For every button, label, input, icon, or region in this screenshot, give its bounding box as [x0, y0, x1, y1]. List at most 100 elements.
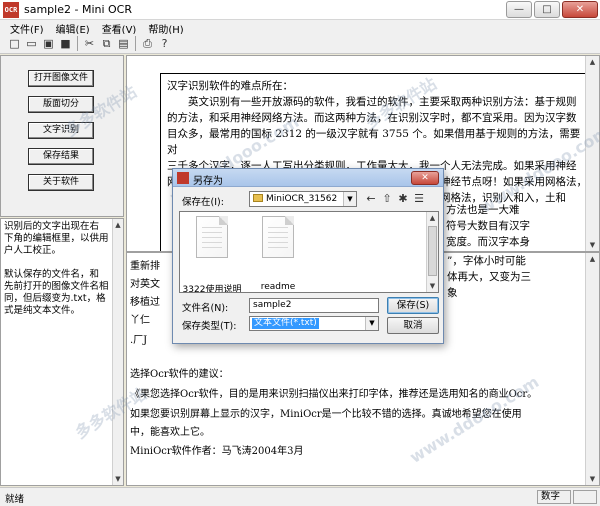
help-line-blank: [4, 257, 110, 269]
doc-fragment: ”，字体小时可能: [447, 255, 526, 267]
menu-view[interactable]: 查看(V): [96, 20, 143, 36]
scroll-down-icon[interactable]: ▼: [586, 473, 599, 485]
result-line: 《果您选择Ocr软件，目的是用来识别扫描仪出来打印字体，推荐还是选用知名的商业O…: [130, 389, 538, 400]
chevron-down-icon[interactable]: ▼: [343, 192, 356, 206]
doc-line: 目众多，最常用的国标 2312 的一级汉字就有 3755 个。如果借用基于规则的…: [167, 128, 581, 156]
new-file-icon[interactable]: □: [6, 35, 23, 52]
filetype-label: 保存类型(T):: [182, 321, 237, 332]
result-line: 选择Ocr软件的建议：: [130, 369, 229, 380]
cut-icon[interactable]: ✂: [81, 35, 98, 52]
open-image-button[interactable]: 打开图像文件: [28, 70, 94, 87]
chevron-down-icon[interactable]: ▼: [365, 317, 378, 330]
save-button[interactable]: 保存(S): [387, 297, 439, 314]
result-line: 对英文: [130, 279, 160, 290]
file-item[interactable]: 3322使用说明: [182, 216, 242, 292]
doc-fragment: 宽度。而汉字本身: [446, 236, 530, 248]
menu-bar: 文件(F) 编辑(E) 查看(V) 帮助(H): [0, 20, 600, 36]
help-line: 户人工校正。: [4, 245, 62, 256]
help-line: 同，但后缀变为.txt，格: [4, 293, 106, 304]
scroll-thumb[interactable]: [428, 226, 437, 276]
help-line: 默认保存的文件名，和: [4, 269, 100, 280]
file-list-scrollbar[interactable]: ▲ ▼: [426, 212, 438, 292]
open-image-icon[interactable]: ▣: [40, 35, 57, 52]
filename-input[interactable]: sample2: [249, 298, 379, 313]
file-name: readme: [260, 282, 296, 292]
recognize-button[interactable]: 文字识别: [28, 122, 94, 139]
paste-icon[interactable]: ▤: [115, 35, 132, 52]
dialog-title: 另存为: [193, 176, 223, 187]
help-text-area[interactable]: 识别后的文字出现在右 下角的编辑框里，以供用 户人工校正。 默认保存的文件名，和…: [0, 218, 124, 486]
dialog-title-bar: 另存为 ✕: [173, 169, 443, 187]
function-panel: 打开图像文件 版面切分 文字识别 保存结果 关于软件: [0, 55, 124, 217]
filetype-value: 文本文件(*.txt): [252, 318, 319, 329]
toolbar-separator: [77, 36, 78, 51]
scroll-up-icon[interactable]: ▲: [113, 219, 123, 231]
result-line: 重新排: [130, 261, 160, 272]
doc-fragments-lower: ”，字体小时可能 体再大，又变为三 象: [447, 253, 585, 301]
view-menu-icon[interactable]: ☰: [411, 191, 427, 207]
help-line: 式是纯文本文件。: [4, 305, 81, 316]
status-text: 就绪: [5, 494, 25, 505]
doc-fragment: 体再大，又变为三: [447, 271, 531, 283]
menu-edit[interactable]: 编辑(E): [50, 20, 96, 36]
result-line: 丫仁: [130, 315, 150, 326]
save-result-button[interactable]: 保存结果: [28, 148, 94, 165]
menu-help[interactable]: 帮助(H): [142, 20, 189, 36]
scroll-down-icon[interactable]: ▼: [427, 280, 438, 292]
maximize-button[interactable]: □: [534, 1, 560, 18]
new-folder-icon[interactable]: ✱: [395, 191, 411, 207]
doc-line: 英文识别有一些开放源码的软件，我看过的软件，主要采取两种识别方法：基于规则: [167, 96, 577, 108]
help-line: 下角的编辑框里，以供用: [4, 233, 109, 244]
folder-icon: [253, 194, 263, 202]
help-text: 识别后的文字出现在右 下角的编辑框里，以供用 户人工校正。 默认保存的文件名，和…: [1, 219, 113, 319]
about-button[interactable]: 关于软件: [28, 174, 94, 191]
app-icon: OCR: [3, 2, 19, 18]
save-icon[interactable]: ■: [57, 35, 74, 52]
window-title: sample2 - Mini OCR: [24, 3, 133, 16]
print-icon[interactable]: ⎙: [139, 35, 156, 52]
help-line: 识别后的文字出现在右: [4, 221, 100, 232]
minimize-button[interactable]: —: [506, 1, 532, 18]
back-icon[interactable]: ←: [363, 191, 379, 207]
layout-split-button[interactable]: 版面切分: [28, 96, 94, 113]
save-in-value: MiniOCR_31562: [266, 194, 338, 204]
file-item[interactable]: readme: [248, 216, 308, 292]
scroll-up-icon[interactable]: ▲: [427, 212, 438, 224]
doc-line: 的方法，和采用神经网络方法。而这两种方法，在识别汉字时，都不宜采用。因为汉字数: [167, 112, 577, 124]
help-icon[interactable]: ?: [156, 35, 173, 52]
help-line: 先前打开的图像文件名相: [4, 281, 109, 292]
text-file-icon: [196, 216, 228, 258]
doc-fragment: 符号大数目有汉字: [446, 220, 530, 232]
status-bar: 就绪 数字: [0, 487, 600, 506]
copy-icon[interactable]: ⧉: [98, 35, 115, 52]
up-folder-icon[interactable]: ⇧: [379, 191, 395, 207]
result-scrollbar[interactable]: ▲ ▼: [585, 253, 599, 485]
cancel-button[interactable]: 取消: [387, 317, 439, 334]
doc-fragment: 象: [447, 287, 458, 299]
open-folder-icon[interactable]: ▭: [23, 35, 40, 52]
doc-fragments: 方法也是一大难 符号大数目有汉字 宽度。而汉字本身: [446, 202, 584, 250]
help-scrollbar[interactable]: ▲ ▼: [112, 219, 123, 485]
close-button[interactable]: ✕: [562, 1, 598, 18]
result-line: .厂J: [130, 335, 148, 346]
result-line: 如果您要识别屏幕上显示的汉字，MiniOcr是一个比较不错的选择。真诚地希望您在…: [130, 409, 522, 420]
file-list[interactable]: 3322使用说明 readme ▲ ▼: [179, 211, 439, 293]
doc-fragment: 方法也是一大难: [446, 204, 520, 216]
filename-label: 文件名(N):: [182, 303, 229, 314]
text-file-icon: [262, 216, 294, 258]
toolbar-separator: [135, 36, 136, 51]
status-pane: [573, 490, 597, 504]
menu-file[interactable]: 文件(F): [4, 20, 50, 36]
result-line: 移植过: [130, 297, 160, 308]
save-in-combo[interactable]: MiniOCR_31562 ▼: [249, 191, 357, 207]
window-controls: — □ ✕: [506, 1, 598, 18]
scroll-up-icon[interactable]: ▲: [586, 253, 599, 265]
dialog-close-button[interactable]: ✕: [411, 171, 439, 185]
filetype-select[interactable]: 文本文件(*.txt) ▼: [249, 316, 379, 331]
result-line: MiniOcr软件作者：马飞涛2004年3月: [130, 446, 304, 457]
image-scrollbar[interactable]: ▲ ▼: [585, 56, 599, 251]
scroll-down-icon[interactable]: ▼: [113, 473, 123, 485]
scroll-up-icon[interactable]: ▲: [586, 56, 599, 68]
dialog-app-icon: [177, 172, 189, 184]
scroll-down-icon[interactable]: ▼: [586, 239, 599, 251]
